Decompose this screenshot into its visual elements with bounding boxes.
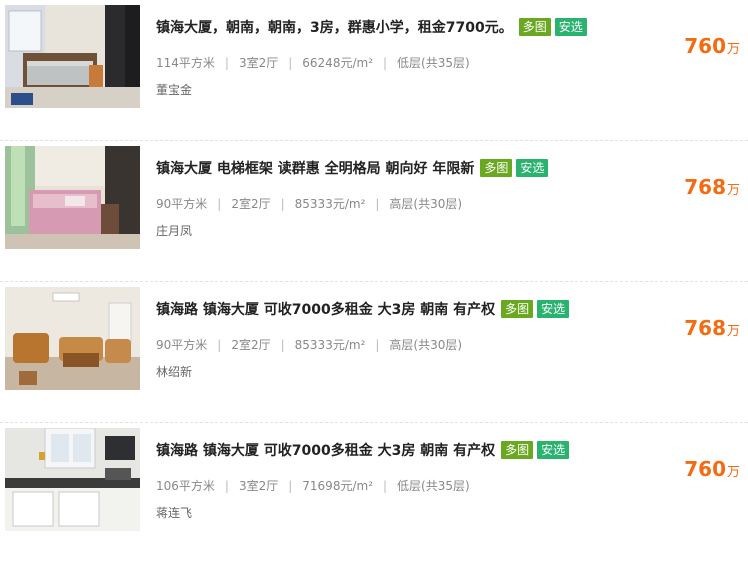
- meta-separator: |: [217, 338, 222, 352]
- agent-name[interactable]: 林绍新: [156, 363, 192, 380]
- agent-name[interactable]: 蒋连飞: [156, 504, 192, 521]
- meta-separator: |: [224, 479, 229, 493]
- layout: 3室2厅: [238, 479, 279, 493]
- listing-title[interactable]: 镇海路 镇海大厦 可收7000多租金 大3房 朝南 有产权: [156, 299, 495, 319]
- listing-title[interactable]: 镇海大厦，朝南，朝南，3房，群惠小学，租金7700元。: [156, 17, 513, 37]
- meta-separator: |: [280, 338, 285, 352]
- listing-title[interactable]: 镇海路 镇海大厦 可收7000多租金 大3房 朝南 有产权: [156, 440, 495, 460]
- kitchen-photo: [5, 428, 140, 531]
- floor: 高层(共30层): [389, 338, 463, 352]
- listing-meta: 106平方米 | 3室2厅 | 71698元/m² | 低层(共35层): [156, 477, 470, 495]
- unit-price: 85333元/m²: [294, 338, 366, 352]
- area: 114平方米: [156, 56, 215, 70]
- meta-separator: |: [383, 479, 388, 493]
- listing-photo-bedroom[interactable]: [5, 146, 140, 249]
- verified-badge: 安选: [537, 300, 570, 318]
- listing-meta: 114平方米 | 3室2厅 | 66248元/m² | 低层(共35层): [156, 54, 470, 72]
- listing-photo-kitchen[interactable]: [5, 428, 140, 531]
- listing-meta: 90平方米 | 2室2厅 | 85333元/m² | 高层(共30层): [156, 195, 462, 213]
- layout: 2室2厅: [231, 338, 271, 352]
- price-unit: 万: [726, 183, 740, 198]
- total-price: 768万: [684, 175, 740, 199]
- price-value: 768: [684, 316, 726, 340]
- listing-item[interactable]: 镇海路 镇海大厦 可收7000多租金 大3房 朝南 有产权 多图 安选 90平方…: [0, 282, 748, 423]
- listing-list: 镇海大厦，朝南，朝南，3房，群惠小学，租金7700元。 多图 安选 114平方米…: [0, 0, 748, 538]
- meta-separator: |: [383, 56, 388, 70]
- listing-item[interactable]: 镇海大厦，朝南，朝南，3房，群惠小学，租金7700元。 多图 安选 114平方米…: [0, 0, 748, 141]
- price-value: 768: [684, 175, 726, 199]
- listing-item[interactable]: 镇海大厦 电梯框架 读群惠 全明格局 朝向好 年限新 多图 安选 90平方米 |…: [0, 141, 748, 282]
- verified-badge: 安选: [516, 159, 549, 177]
- area: 106平方米: [156, 479, 215, 493]
- price-unit: 万: [726, 42, 740, 57]
- living-room-photo: [5, 287, 140, 390]
- meta-separator: |: [217, 197, 222, 211]
- multi-photo-badge: 多图: [501, 441, 534, 459]
- meta-separator: |: [288, 479, 293, 493]
- meta-separator: |: [375, 197, 380, 211]
- bedroom-photo: [5, 5, 140, 108]
- agent-name[interactable]: 庄月凤: [156, 222, 192, 239]
- meta-separator: |: [375, 338, 380, 352]
- multi-photo-badge: 多图: [480, 159, 513, 177]
- price-value: 760: [684, 34, 726, 58]
- layout: 2室2厅: [231, 197, 271, 211]
- unit-price: 85333元/m²: [294, 197, 366, 211]
- bedroom-photo: [5, 146, 140, 249]
- listing-title[interactable]: 镇海大厦 电梯框架 读群惠 全明格局 朝向好 年限新: [156, 158, 474, 178]
- price-unit: 万: [726, 465, 740, 480]
- meta-separator: |: [280, 197, 285, 211]
- area: 90平方米: [156, 338, 208, 352]
- verified-badge: 安选: [554, 18, 587, 36]
- agent-name[interactable]: 董宝金: [156, 81, 192, 98]
- multi-photo-badge: 多图: [501, 300, 534, 318]
- meta-separator: |: [224, 56, 229, 70]
- floor: 低层(共35层): [397, 56, 470, 70]
- price-unit: 万: [726, 324, 740, 339]
- listing-photo-bedroom[interactable]: [5, 5, 140, 108]
- multi-photo-badge: 多图: [518, 18, 551, 36]
- price-value: 760: [684, 457, 726, 481]
- layout: 3室2厅: [238, 56, 279, 70]
- unit-price: 71698元/m²: [302, 479, 373, 493]
- total-price: 768万: [684, 316, 740, 340]
- listing-photo-living-room[interactable]: [5, 287, 140, 390]
- area: 90平方米: [156, 197, 208, 211]
- listing-item[interactable]: 镇海路 镇海大厦 可收7000多租金 大3房 朝南 有产权 多图 安选 106平…: [0, 423, 748, 564]
- total-price: 760万: [684, 34, 740, 58]
- verified-badge: 安选: [537, 441, 570, 459]
- meta-separator: |: [288, 56, 293, 70]
- floor: 高层(共30层): [389, 197, 463, 211]
- floor: 低层(共35层): [397, 479, 470, 493]
- listing-meta: 90平方米 | 2室2厅 | 85333元/m² | 高层(共30层): [156, 336, 462, 354]
- unit-price: 66248元/m²: [302, 56, 373, 70]
- total-price: 760万: [684, 457, 740, 481]
